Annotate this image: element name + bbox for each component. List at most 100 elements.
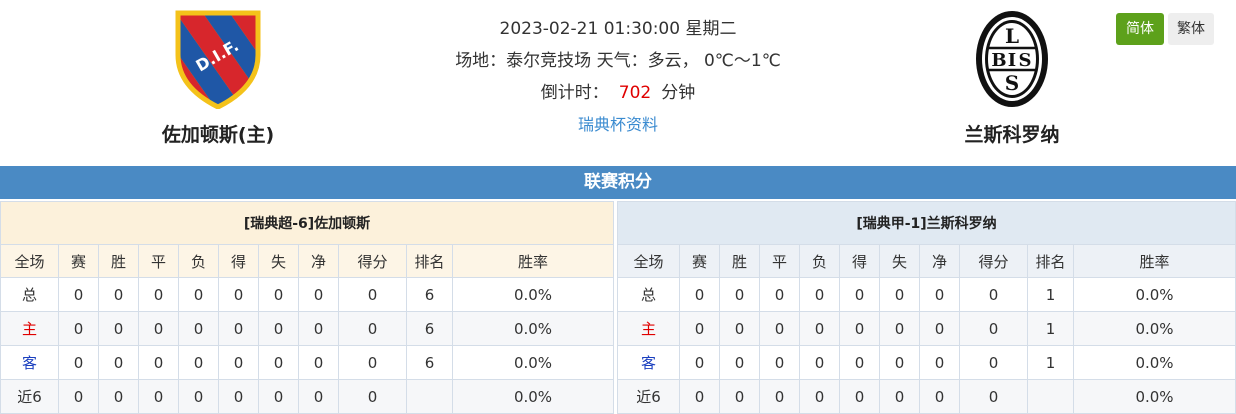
countdown-label: 倒计时： [540,83,609,103]
table-cell: 0 [799,311,840,346]
table-cell: 0 [679,345,720,380]
table-row: 客 0 0 0 0 0 0 0 0 6 0.0% [0,345,614,380]
cup-data-link[interactable]: 瑞典杯资料 [578,115,658,134]
landskrona-bois-crest-icon: L B · I S S [976,11,1048,107]
table-cell: 1 [1027,311,1074,346]
col-header: 得分 [959,244,1028,278]
table-cell: 6 [406,345,453,380]
col-header: 赛 [679,244,720,278]
table-cell: 0 [218,311,259,346]
table-cell: 0 [58,379,99,414]
table-cell: 0.0% [1073,345,1236,380]
table-cell: 0.0% [1073,311,1236,346]
language-switcher: 简体 繁体 [1116,13,1214,45]
table-cell: 0 [218,379,259,414]
countdown-unit: 分钟 [661,83,696,103]
countdown: 倒计时： 702 分钟 [418,78,818,108]
table-row: 总 0 0 0 0 0 0 0 0 6 0.0% [0,277,614,312]
away-team: L B · I S S 兰斯科罗纳 [912,8,1112,147]
table-row: 近6 0 0 0 0 0 0 0 0 0.0% [0,379,614,414]
table-cell: 0 [258,311,299,346]
table-cell: 0 [959,345,1028,380]
simplified-chinese-button[interactable]: 简体 [1116,13,1164,45]
table-row: 主 0 0 0 0 0 0 0 0 1 0.0% [617,311,1236,346]
col-header: 得 [218,244,259,278]
table-cell: 1 [1027,277,1074,312]
col-header: 胜 [719,244,760,278]
col-header: 负 [799,244,840,278]
svg-text:S: S [1005,71,1019,95]
row-label: 近6 [0,379,59,414]
col-header: 得 [839,244,880,278]
table-cell: 0 [959,379,1028,414]
svg-text:L: L [1005,24,1019,48]
col-header: 负 [178,244,219,278]
row-label: 主 [0,311,59,346]
away-team-logo[interactable]: L B · I S S [912,8,1112,110]
table-cell: 0 [719,277,760,312]
table-cell: 0 [919,277,960,312]
table-cell: 0 [919,379,960,414]
row-label: 近6 [617,379,680,414]
away-team-name[interactable]: 兰斯科罗纳 [912,120,1112,147]
cup-link-row: 瑞典杯资料 [418,110,818,140]
home-team-name[interactable]: 佐加顿斯(主) [118,120,318,147]
table-cell: 0 [719,311,760,346]
table-cell: 0 [759,311,800,346]
table-cell: 0 [298,277,339,312]
col-header: 胜率 [452,244,614,278]
table-cell: 0 [799,345,840,380]
table-cell: 0 [338,311,407,346]
match-datetime: 2023-02-21 01:30:00 星期二 [499,19,737,39]
col-header: 得分 [338,244,407,278]
table-cell: 0.0% [452,311,614,346]
table-cell: 0 [879,277,920,312]
table-cell: 0 [679,379,720,414]
table-cell: 0 [338,345,407,380]
col-header: 净 [919,244,960,278]
col-header: 平 [138,244,179,278]
svg-text:S: S [1019,50,1032,71]
table-cell: 0 [98,345,139,380]
table-cell: 0 [839,311,880,346]
home-standings-panel: [瑞典超-6]佐加顿斯 全场 赛 胜 平 负 得 失 净 得分 排名 胜率 总0… [0,201,614,414]
match-header: D.I.F. 佐加顿斯(主) 2023-02-21 01:30:00 星期二 场… [0,0,1236,165]
row-label: 主 [617,311,680,346]
table-cell: 0 [138,379,179,414]
home-standings-title[interactable]: [瑞典超-6]佐加顿斯 [0,201,614,245]
match-info: 2023-02-21 01:30:00 星期二 场地：泰尔竞技场 天气：多云， … [418,14,818,140]
home-team: D.I.F. 佐加顿斯(主) [118,8,318,147]
home-team-logo[interactable]: D.I.F. [118,8,318,110]
col-header: 失 [258,244,299,278]
table-cell: 0.0% [452,345,614,380]
table-cell: 6 [406,311,453,346]
col-header: 平 [759,244,800,278]
col-header: 排名 [1027,244,1074,278]
table-cell: 0.0% [452,379,614,414]
col-header: 胜 [98,244,139,278]
table-cell: 0 [759,345,800,380]
table-cell: 0 [98,277,139,312]
row-label: 总 [617,277,680,312]
col-header: 赛 [58,244,99,278]
table-cell: 0 [298,311,339,346]
table-cell: 0 [839,379,880,414]
home-standings-table: [瑞典超-6]佐加顿斯 全场 赛 胜 平 负 得 失 净 得分 排名 胜率 总0… [0,201,614,414]
table-cell: 0 [58,345,99,380]
table-cell: 1 [1027,345,1074,380]
table-cell: 0.0% [1073,379,1236,414]
table-cell: 0 [218,277,259,312]
table-cell: 0.0% [1073,277,1236,312]
table-cell: 0 [338,379,407,414]
traditional-chinese-button[interactable]: 繁体 [1168,13,1214,45]
table-cell: 0 [759,277,800,312]
table-cell: 0 [258,379,299,414]
table-cell: 0 [679,311,720,346]
away-standings-title[interactable]: [瑞典甲-1]兰斯科罗纳 [617,201,1236,245]
table-cell [1027,379,1074,414]
table-cell: 0 [919,345,960,380]
table-cell: 0 [759,379,800,414]
table-cell: 0 [178,345,219,380]
column-header-row: 全场 赛 胜 平 负 得 失 净 得分 排名 胜率 [617,244,1236,278]
table-cell: 0 [138,345,179,380]
